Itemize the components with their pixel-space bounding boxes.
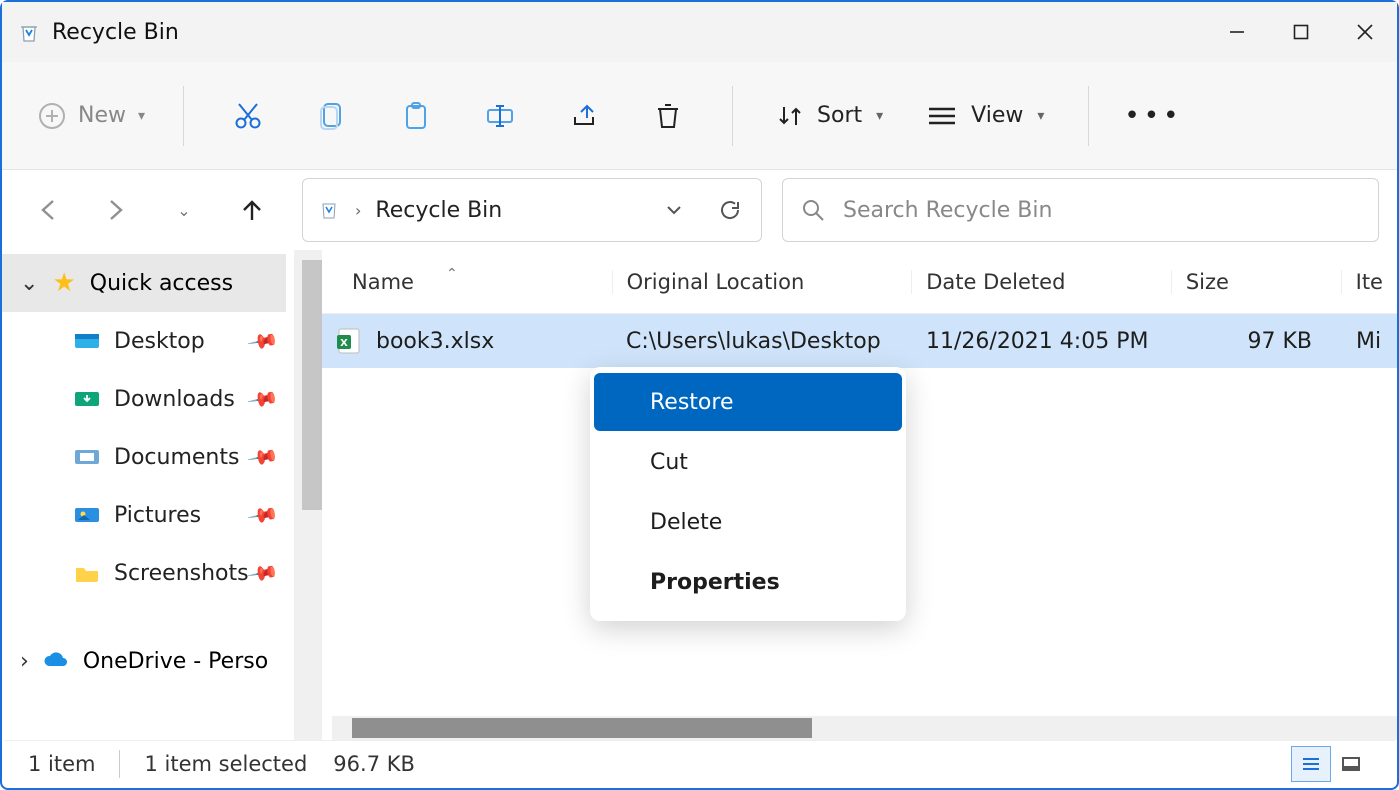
up-button[interactable] xyxy=(232,190,272,230)
file-date-deleted: 11/26/2021 4:05 PM xyxy=(912,329,1172,354)
downloads-icon xyxy=(74,388,100,410)
svg-text:X: X xyxy=(340,338,348,349)
pin-icon: 📌 xyxy=(246,440,280,474)
recycle-bin-icon xyxy=(18,21,40,43)
onedrive-label: OneDrive - Perso xyxy=(83,649,268,674)
address-dropdown-button[interactable] xyxy=(657,193,691,227)
rename-button[interactable] xyxy=(472,88,528,144)
forward-button[interactable] xyxy=(96,190,136,230)
status-selected-size: 96.7 KB xyxy=(333,752,415,776)
details-view-button[interactable] xyxy=(1291,746,1331,782)
maximize-button[interactable] xyxy=(1269,2,1333,62)
recycle-bin-icon xyxy=(317,196,341,224)
pin-icon: 📌 xyxy=(246,324,280,358)
file-size: 97 KB xyxy=(1172,329,1342,354)
search-placeholder: Search Recycle Bin xyxy=(843,198,1052,223)
excel-file-icon: X xyxy=(336,326,362,356)
pin-icon: 📌 xyxy=(246,556,280,590)
sidebar-item-label: Screenshots xyxy=(114,561,249,586)
column-header-date-deleted[interactable]: Date Deleted xyxy=(911,270,1171,294)
thumbnails-view-button[interactable] xyxy=(1331,746,1371,782)
sidebar-scrollbar[interactable] xyxy=(294,250,322,740)
context-menu-restore[interactable]: Restore xyxy=(594,373,902,431)
back-button[interactable] xyxy=(28,190,68,230)
context-menu-delete[interactable]: Delete xyxy=(594,493,902,551)
column-header-name[interactable]: ⌃Name xyxy=(322,270,612,294)
chevron-right-icon[interactable]: › xyxy=(355,201,361,220)
file-item-type: Mi xyxy=(1342,329,1397,354)
more-button[interactable]: ••• xyxy=(1125,88,1181,144)
context-menu-cut[interactable]: Cut xyxy=(594,433,902,491)
separator xyxy=(1088,86,1089,146)
column-header-original-location[interactable]: Original Location xyxy=(612,270,912,294)
sidebar-section-quick-access[interactable]: ⌄ ★ Quick access xyxy=(2,254,286,312)
delete-button[interactable] xyxy=(640,88,696,144)
chevron-down-icon: ▾ xyxy=(1037,108,1044,124)
context-menu-properties[interactable]: Properties xyxy=(594,553,902,611)
view-label: View xyxy=(971,103,1023,128)
pin-icon: 📌 xyxy=(246,498,280,532)
sidebar-item-label: Documents xyxy=(114,445,239,470)
quick-access-label: Quick access xyxy=(90,271,233,296)
search-input[interactable]: Search Recycle Bin xyxy=(782,178,1379,242)
new-label: New xyxy=(78,103,126,128)
sidebar-item-documents[interactable]: Documents 📌 xyxy=(2,428,286,486)
sidebar-item-pictures[interactable]: Pictures 📌 xyxy=(2,486,286,544)
view-button[interactable]: View ▾ xyxy=(919,95,1052,136)
file-row[interactable]: X book3.xlsx C:\Users\lukas\Desktop 11/2… xyxy=(322,314,1397,368)
chevron-down-icon: ▾ xyxy=(876,108,883,124)
column-header-item-type[interactable]: Ite xyxy=(1341,270,1397,294)
new-button[interactable]: New ▾ xyxy=(26,94,157,138)
separator xyxy=(119,750,120,778)
minimize-button[interactable] xyxy=(1205,2,1269,62)
sort-button[interactable]: Sort ▾ xyxy=(769,95,891,137)
onedrive-icon xyxy=(43,650,69,672)
sidebar-item-desktop[interactable]: Desktop 📌 xyxy=(2,312,286,370)
sidebar-item-label: Downloads xyxy=(114,387,235,412)
star-icon: ★ xyxy=(52,268,75,298)
pin-icon: 📌 xyxy=(246,382,280,416)
pictures-icon xyxy=(74,504,100,526)
chevron-down-icon: ⌄ xyxy=(20,271,38,296)
recent-locations-button[interactable]: ⌄ xyxy=(164,190,204,230)
search-icon xyxy=(801,198,825,222)
sidebar-item-downloads[interactable]: Downloads 📌 xyxy=(2,370,286,428)
sidebar-item-label: Desktop xyxy=(114,329,205,354)
share-button[interactable] xyxy=(556,88,612,144)
documents-icon xyxy=(74,446,100,468)
file-original-location: C:\Users\lukas\Desktop xyxy=(612,329,912,354)
status-item-count: 1 item xyxy=(28,752,95,776)
refresh-button[interactable] xyxy=(713,193,747,227)
chevron-down-icon: ▾ xyxy=(138,108,145,124)
folder-icon xyxy=(74,562,100,584)
desktop-icon xyxy=(74,330,100,352)
sidebar-section-onedrive[interactable]: › OneDrive - Perso xyxy=(2,632,286,690)
separator xyxy=(183,86,184,146)
separator xyxy=(732,86,733,146)
address-bar[interactable]: › Recycle Bin xyxy=(302,178,762,242)
horizontal-scrollbar[interactable] xyxy=(332,716,1397,740)
navigation-pane: ⌄ ★ Quick access Desktop 📌 Downloads 📌 D… xyxy=(2,250,322,740)
sort-label: Sort xyxy=(817,103,862,128)
window-title: Recycle Bin xyxy=(52,20,179,45)
context-menu: Restore Cut Delete Properties xyxy=(590,367,906,621)
column-header-size[interactable]: Size xyxy=(1171,270,1341,294)
copy-button[interactable] xyxy=(304,88,360,144)
sidebar-item-screenshots[interactable]: Screenshots 📌 xyxy=(2,544,286,602)
cut-button[interactable] xyxy=(220,88,276,144)
status-selected-count: 1 item selected xyxy=(144,752,307,776)
sidebar-item-label: Pictures xyxy=(114,503,201,528)
breadcrumb-segment[interactable]: Recycle Bin xyxy=(375,198,502,223)
file-name: book3.xlsx xyxy=(376,329,494,354)
close-button[interactable] xyxy=(1333,2,1397,62)
chevron-right-icon: › xyxy=(20,649,29,674)
paste-button[interactable] xyxy=(388,88,444,144)
